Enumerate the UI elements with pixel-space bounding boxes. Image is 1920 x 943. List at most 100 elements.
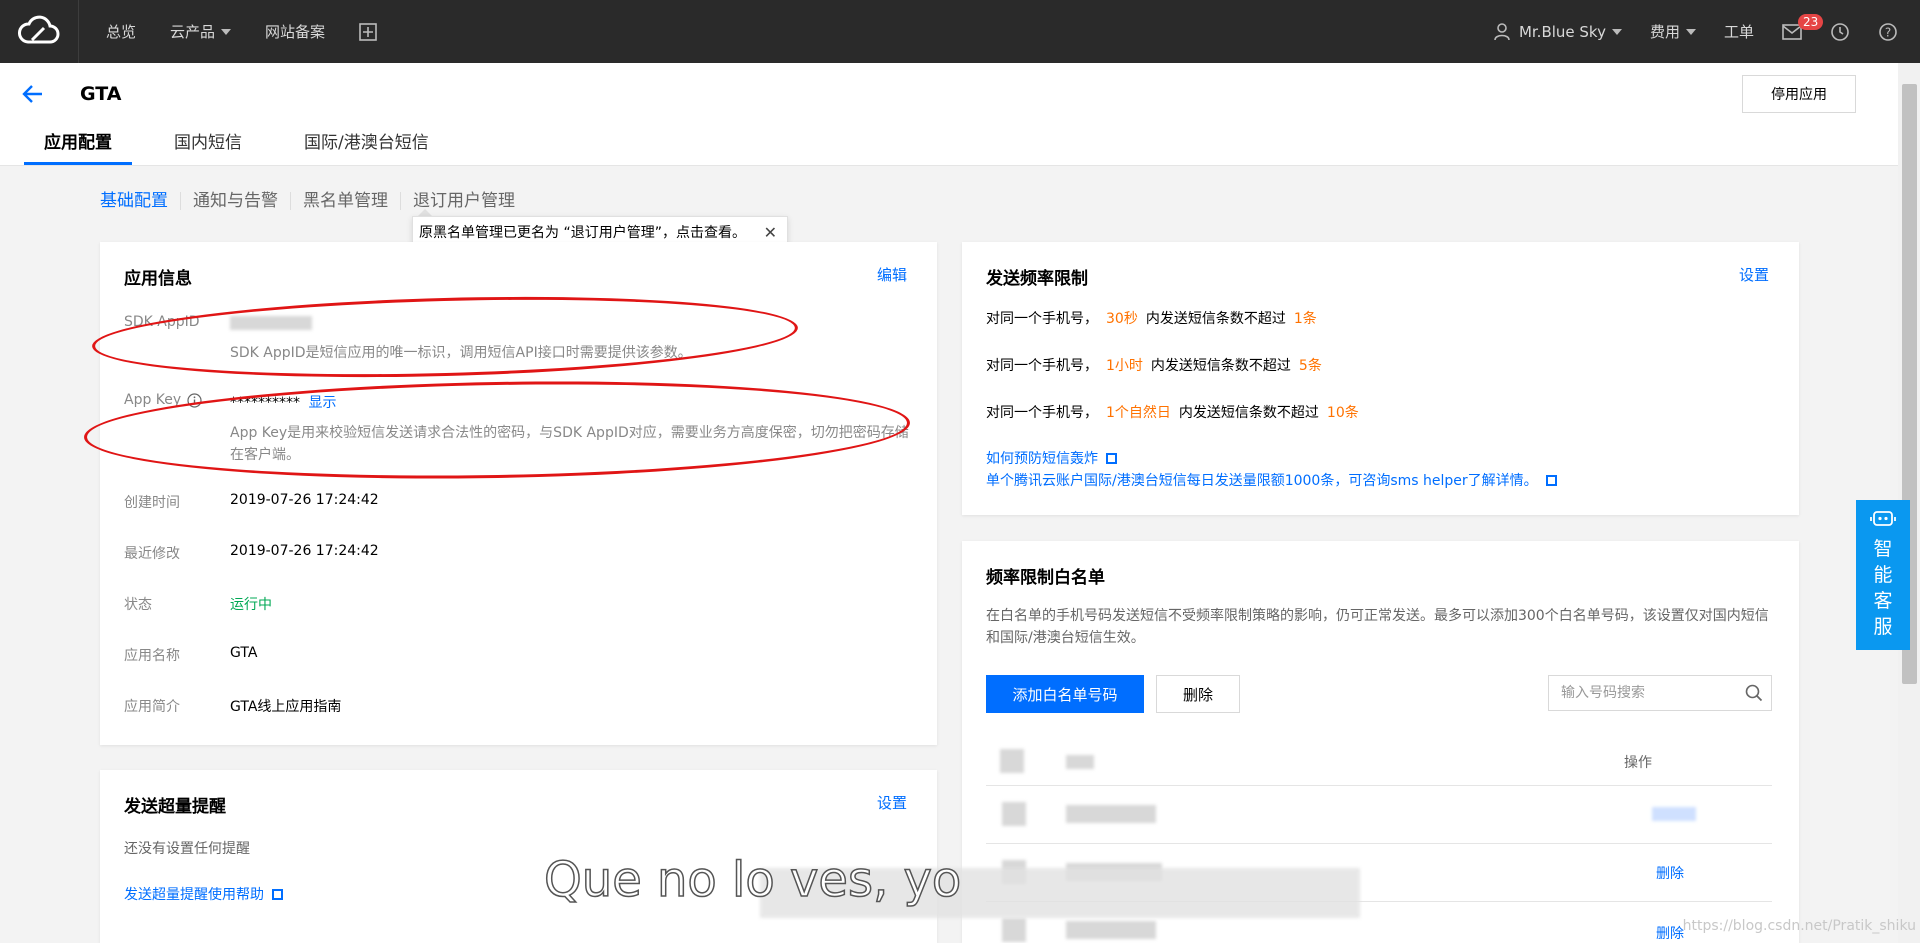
robot-icon (1870, 511, 1896, 526)
mail-button[interactable]: 23 (1782, 13, 1824, 40)
whitelist-desc: 在白名单的手机号码发送短信不受频率限制策略的影响，仍可正常发送。最多可以添加30… (986, 608, 1769, 646)
user-name: Mr.Blue Sky (1518, 22, 1606, 41)
prevent-sms-bombing-label: 如何预防短信轰炸 (986, 451, 1098, 467)
external-link-icon (272, 889, 283, 900)
subtab-notifications[interactable]: 通知与告警 (181, 192, 291, 210)
app-intro-label: 应用简介 (124, 699, 180, 715)
rate-rule-count: 1条 (1293, 311, 1317, 327)
close-icon[interactable]: ✕ (764, 223, 777, 242)
row-checkbox[interactable] (1002, 918, 1026, 942)
chevron-down-icon (221, 28, 232, 35)
page-title: GTA (80, 83, 122, 105)
overflow-help-label: 发送超量提醒使用帮助 (124, 887, 264, 903)
video-subtitle: Que no lo ves, yo (543, 851, 962, 909)
rate-rule-mid: 内发送短信条数不超过 (1145, 311, 1286, 327)
search-icon[interactable] (1745, 684, 1763, 702)
disable-app-button[interactable]: 停用应用 (1742, 75, 1856, 113)
chevron-down-icon (1611, 28, 1622, 35)
widget-label-char: 客 (1873, 590, 1893, 612)
row-delete-link[interactable] (1652, 807, 1696, 821)
app-info-title: 应用信息 (124, 269, 192, 289)
overflow-title: 发送超量提醒 (124, 797, 226, 817)
app-name-label: 应用名称 (124, 648, 180, 664)
status-label: 状态 (124, 597, 152, 613)
subtab-unsubscribe[interactable]: 退订用户管理 (401, 192, 527, 210)
tooltip-arrow (418, 209, 432, 216)
nav-cloud-products[interactable]: 云产品 (170, 21, 232, 42)
external-link-icon (1545, 475, 1557, 486)
top-navbar: 总览 云产品 网站备案 Mr.Blue Sky 费用 工单 23 ? (0, 0, 1920, 63)
svg-text:?: ? (1885, 25, 1891, 39)
rate-rule-mid: 内发送短信条数不超过 (1150, 358, 1291, 374)
row-delete-link[interactable]: 删除 (1656, 923, 1684, 943)
overflow-help-link[interactable]: 发送超量提醒使用帮助 (124, 884, 283, 904)
whitelist-title: 频率限制白名单 (986, 568, 1105, 588)
rate-rule-row: 对同一个手机号， 1个自然日 内发送短信条数不超过 10条 (986, 402, 1367, 422)
column-header-phone (1066, 755, 1094, 769)
ticket-link[interactable]: 工单 (1724, 21, 1754, 42)
table-row (986, 785, 1772, 844)
intl-quota-label: 单个腾讯云账户国际/港澳台短信每日发送量限额1000条，可咨询sms helpe… (986, 473, 1538, 489)
row-phone-number (1066, 921, 1156, 939)
rate-rule-prefix: 对同一个手机号， (986, 358, 1098, 374)
fees-menu[interactable]: 费用 (1650, 21, 1696, 42)
main-tabs: 应用配置 国内短信 国际/港澳台短信 (24, 128, 471, 165)
user-menu[interactable]: Mr.Blue Sky (1493, 22, 1622, 42)
rate-rule-period: 30秒 (1106, 311, 1138, 327)
row-delete-link[interactable]: 删除 (1656, 863, 1684, 883)
app-intro-value: GTA线上应用指南 (230, 699, 342, 715)
widget-label-char: 服 (1873, 616, 1893, 638)
rate-rule-period: 1小时 (1106, 358, 1143, 374)
column-header-operation: 操作 (1624, 755, 1652, 771)
fees-label: 费用 (1649, 23, 1680, 41)
external-link-icon (1106, 453, 1117, 464)
widget-label-char: 能 (1873, 564, 1893, 586)
blog-watermark: https://blog.csdn.net/Pratik_shiku (1682, 918, 1916, 934)
rate-rule-row: 对同一个手机号， 30秒 内发送短信条数不超过 1条 (986, 308, 1325, 328)
help-icon[interactable]: ? (1878, 22, 1898, 42)
row-checkbox[interactable] (1002, 802, 1026, 826)
cloud-logo-icon (18, 15, 60, 44)
add-whitelist-button[interactable]: 添加白名单号码 (986, 675, 1144, 713)
whitelist-table-header: 操作 (986, 737, 1772, 786)
modified-time-value: 2019-07-26 17:24:42 (230, 543, 379, 559)
widget-label-char: 智 (1873, 538, 1893, 560)
rate-limit-settings-link[interactable]: 设置 (1739, 264, 1769, 285)
nav-overview[interactable]: 总览 (106, 21, 136, 42)
search-placeholder: 输入号码搜索 (1561, 685, 1645, 701)
delete-whitelist-button[interactable]: 删除 (1156, 675, 1240, 713)
whitelist-search-input[interactable]: 输入号码搜索 (1548, 675, 1772, 711)
row-phone-number (1066, 805, 1156, 823)
status-value: 运行中 (230, 597, 272, 613)
smart-service-widget[interactable]: 智 能 客 服 (1856, 500, 1910, 650)
mail-count-badge: 23 (1798, 13, 1824, 30)
subtab-blacklist[interactable]: 黑名单管理 (291, 192, 401, 210)
subtab-basic-config[interactable]: 基础配置 (100, 192, 181, 210)
rate-rule-count: 5条 (1298, 358, 1322, 374)
nav-icp-filing[interactable]: 网站备案 (265, 21, 325, 42)
overflow-settings-link[interactable]: 设置 (877, 792, 907, 813)
back-arrow-icon[interactable] (22, 83, 44, 105)
rate-rule-row: 对同一个手机号， 1小时 内发送短信条数不超过 5条 (986, 355, 1330, 375)
rate-rule-mid: 内发送短信条数不超过 (1178, 405, 1319, 421)
sub-tabs: 基础配置 通知与告警 黑名单管理 退订用户管理 (100, 192, 527, 210)
user-icon (1494, 22, 1510, 40)
intl-quota-link[interactable]: 单个腾讯云账户国际/港澳台短信每日发送量限额1000条，可咨询sms helpe… (986, 470, 1557, 490)
app-name-value: GTA (230, 645, 258, 661)
rate-limit-title: 发送频率限制 (986, 269, 1088, 289)
rate-rule-count: 10条 (1326, 405, 1359, 421)
tab-domestic-sms[interactable]: 国内短信 (154, 128, 262, 165)
cloud-logo[interactable] (0, 0, 79, 63)
rate-rule-prefix: 对同一个手机号， (986, 311, 1098, 327)
overflow-empty-text: 还没有设置任何提醒 (124, 841, 250, 857)
modified-time-label: 最近修改 (124, 546, 180, 562)
clock-icon[interactable] (1830, 22, 1850, 42)
select-all-checkbox[interactable] (1000, 749, 1024, 773)
prevent-sms-bombing-link[interactable]: 如何预防短信轰炸 (986, 448, 1117, 468)
tab-app-config[interactable]: 应用配置 (24, 128, 132, 165)
rate-limit-card: 发送频率限制 设置 对同一个手机号， 30秒 内发送短信条数不超过 1条 对同一个手机… (962, 242, 1799, 515)
tab-international-sms[interactable]: 国际/港澳台短信 (284, 128, 449, 165)
edit-link[interactable]: 编辑 (877, 264, 907, 285)
app-header: GTA 停用应用 应用配置 国内短信 国际/港澳台短信 (0, 63, 1898, 166)
add-shortcut-icon[interactable] (359, 22, 377, 41)
